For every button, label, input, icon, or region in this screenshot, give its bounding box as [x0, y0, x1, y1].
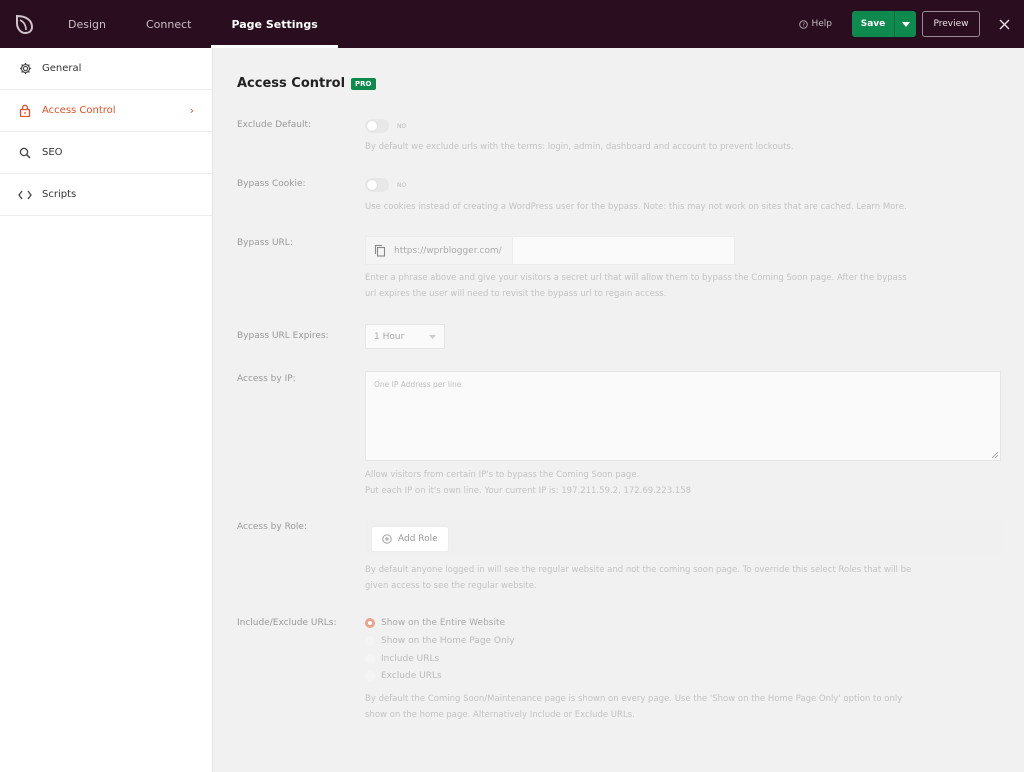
sidebar-item-label: Scripts — [42, 189, 77, 200]
radio-label: Exclude URLs — [381, 671, 442, 681]
include-exclude-help-1: By default the Coming Soon/Maintenance p… — [365, 694, 903, 704]
radio-unselected-icon — [365, 636, 375, 646]
radio-label: Include URLs — [381, 654, 440, 664]
code-icon — [18, 188, 32, 202]
access-by-ip-label: Access by IP: — [237, 374, 296, 384]
exclude-default-toggle[interactable] — [365, 119, 389, 133]
radio-unselected-icon — [365, 654, 375, 664]
sidebar-item-access-control[interactable]: Access Control › — [0, 90, 212, 132]
exclude-default-label: Exclude Default: — [237, 120, 312, 130]
caret-down-icon — [429, 334, 436, 339]
plus-circle-icon — [382, 533, 392, 544]
lock-icon — [18, 104, 32, 118]
chevron-right-icon: › — [189, 104, 194, 117]
sidebar-item-seo[interactable]: SEO — [0, 132, 212, 174]
access-by-role-area: Add Role — [365, 520, 1001, 557]
bypass-cookie-toggle-text: NO — [397, 182, 407, 189]
bypass-url-expires-select[interactable]: 1 Hour — [365, 324, 445, 349]
save-button-group: Save — [852, 11, 916, 37]
exclude-default-toggle-text: NO — [397, 123, 407, 130]
sidebar-item-scripts[interactable]: Scripts — [0, 174, 212, 216]
settings-sidebar: General Access Control › SEO Scripts — [0, 48, 213, 772]
include-exclude-help-2: show on the home page. Alternatively Inc… — [365, 710, 635, 720]
seedprod-logo-icon[interactable] — [0, 0, 48, 48]
tab-design[interactable]: Design — [48, 0, 126, 48]
sidebar-item-general[interactable]: General — [0, 48, 212, 90]
save-button[interactable]: Save — [852, 11, 894, 37]
bypass-url-help-2: url expires the user will need to revisi… — [365, 289, 667, 299]
sidebar-item-label: SEO — [42, 147, 63, 158]
sidebar-item-label: Access Control — [42, 105, 116, 116]
copy-icon — [374, 244, 386, 257]
gear-icon — [18, 62, 32, 76]
radio-label: Show on the Home Page Only — [381, 636, 515, 646]
add-role-button[interactable]: Add Role — [371, 525, 449, 552]
access-by-role-help-1: By default anyone logged in will see the… — [365, 565, 912, 575]
add-role-label: Add Role — [398, 533, 438, 544]
access-by-ip-placeholder: One IP Address per line — [374, 380, 462, 389]
top-bar: Design Connect Page Settings ? Help Save… — [0, 0, 1024, 48]
pro-badge: PRO — [351, 77, 376, 90]
help-label: Help — [811, 19, 832, 29]
radio-label: Show on the Entire Website — [381, 618, 506, 628]
sidebar-item-label: General — [42, 63, 82, 74]
radio-include-urls[interactable]: Include URLs — [365, 654, 439, 664]
close-icon — [999, 19, 1009, 29]
radio-entire-website[interactable]: Show on the Entire Website — [365, 618, 505, 628]
bypass-url-prefix[interactable]: https://wprblogger.com/ — [366, 237, 513, 264]
caret-down-icon — [901, 21, 910, 27]
preview-button[interactable]: Preview — [922, 11, 980, 37]
access-by-ip-textarea[interactable]: One IP Address per line — [365, 371, 1001, 461]
search-icon — [18, 146, 32, 160]
page-title: Access Control PRO — [237, 76, 376, 91]
access-control-panel: Access Control PRO Exclude Default: NO B… — [214, 48, 1024, 772]
resize-handle-icon[interactable] — [992, 452, 998, 458]
access-by-ip-help-1: Allow visitors from certain IP's to bypa… — [365, 470, 640, 480]
bypass-url-expires-label: Bypass URL Expires: — [237, 331, 329, 341]
access-by-role-help-2: given access to see the regular website. — [365, 581, 537, 591]
radio-home-page-only[interactable]: Show on the Home Page Only — [365, 636, 515, 646]
bypass-url-input[interactable] — [512, 237, 734, 264]
page-title-text: Access Control — [237, 76, 346, 91]
bypass-cookie-label: Bypass Cookie: — [237, 179, 306, 189]
tab-page-settings[interactable]: Page Settings — [211, 0, 339, 48]
bypass-url-label: Bypass URL: — [237, 238, 293, 248]
include-exclude-urls-label: Include/Exclude URLs: — [237, 618, 337, 628]
save-options-button[interactable] — [894, 11, 916, 37]
svg-text:?: ? — [803, 22, 806, 28]
bypass-url-expires-value: 1 Hour — [374, 331, 405, 342]
access-by-ip-help-2: Put each IP on it's own line. Your curre… — [365, 486, 692, 496]
exclude-default-help: By default we exclude urls with the term… — [365, 142, 794, 152]
radio-selected-icon — [365, 618, 375, 628]
access-by-role-label: Access by Role: — [237, 522, 307, 532]
close-button[interactable] — [992, 12, 1016, 36]
bypass-cookie-help: Use cookies instead of creating a WordPr… — [365, 202, 907, 212]
bypass-url-help-1: Enter a phrase above and give your visit… — [365, 273, 907, 283]
bypass-cookie-toggle[interactable] — [365, 178, 389, 192]
help-link[interactable]: ? Help — [799, 19, 832, 29]
help-icon: ? — [799, 19, 809, 29]
bypass-url-field: https://wprblogger.com/ — [365, 236, 735, 265]
radio-exclude-urls[interactable]: Exclude URLs — [365, 671, 442, 681]
bypass-url-prefix-text: https://wprblogger.com/ — [394, 245, 502, 256]
radio-unselected-icon — [365, 671, 375, 681]
tab-connect[interactable]: Connect — [126, 0, 211, 48]
